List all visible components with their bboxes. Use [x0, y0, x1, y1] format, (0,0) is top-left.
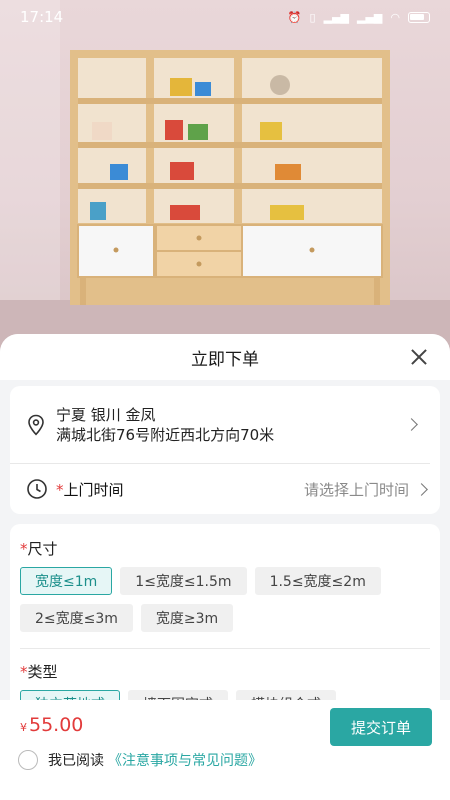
size-option[interactable]: 宽度≥3m [140, 604, 234, 632]
type-group-title: *类型 [20, 661, 430, 682]
status-time: 17:14 [20, 8, 64, 26]
close-icon[interactable] [408, 346, 430, 368]
size-options: 宽度≤1m 1≤宽度≤1.5m 1.5≤宽度≤2m 2≤宽度≤3m 宽度≥3m [20, 567, 430, 632]
visit-time-row[interactable]: *上门时间 请选择上门时间 [10, 464, 440, 514]
agreement-row: 我已阅读 《注意事项与常见问题》 [18, 750, 262, 770]
signal-icon: ▂▄▆ [323, 10, 349, 24]
battery-icon [408, 11, 430, 23]
visit-time-label-text: 上门时间 [63, 480, 124, 499]
chevron-right-icon [405, 418, 418, 431]
visit-time-label: *上门时间 [56, 479, 304, 500]
vibrate-icon: ▯ [309, 10, 316, 24]
alarm-icon: ⏰ [287, 10, 302, 24]
size-option[interactable]: 1≤宽度≤1.5m [120, 567, 247, 595]
type-group-title-text: 类型 [27, 663, 58, 681]
wifi-icon: ◠ [390, 10, 400, 24]
wall-decoration [0, 0, 60, 320]
notice-faq-link[interactable]: 《注意事项与常见问题》 [108, 750, 262, 770]
agree-prefix: 我已阅读 [48, 753, 104, 769]
address-detail: 满城北街76号附近西北方向70米 [56, 425, 275, 444]
signal-icon: ▂▄▆ [357, 10, 383, 24]
sheet-header: 立即下单 [0, 334, 450, 380]
required-mark: * [56, 480, 64, 499]
sheet-title: 立即下单 [191, 349, 259, 370]
address-region: 宁夏 银川 金凤 [56, 405, 156, 424]
status-bar: 17:14 ⏰ ▯ ▂▄▆ ▂▄▆ ◠ [0, 0, 450, 34]
location-pin-icon [28, 414, 44, 435]
address-card: 宁夏 银川 金凤 满城北街76号附近西北方向70米 *上门时间 请选择上门时间 [10, 386, 440, 514]
visit-time-placeholder: 请选择上门时间 [303, 480, 409, 499]
divider [20, 648, 430, 649]
price-value: 55.00 [29, 714, 84, 736]
toy-shelf-illustration [70, 40, 390, 330]
clock-icon [27, 479, 47, 499]
currency-symbol: ¥ [20, 721, 27, 734]
required-mark: * [20, 540, 28, 558]
submit-order-button[interactable]: 提交订单 [330, 708, 432, 746]
bottom-action-bar: ¥55.00 提交订单 我已阅读 《注意事项与常见问题》 [0, 700, 450, 800]
address-row[interactable]: 宁夏 银川 金凤 满城北街76号附近西北方向70米 [10, 386, 430, 464]
address-text: 宁夏 银川 金凤 满城北街76号附近西北方向70米 [56, 405, 399, 445]
agree-checkbox[interactable] [18, 750, 38, 770]
size-option[interactable]: 1.5≤宽度≤2m [254, 567, 381, 595]
size-group-title-text: 尺寸 [27, 540, 58, 558]
order-price: ¥55.00 [20, 714, 83, 736]
required-mark: * [20, 663, 28, 681]
size-group-title: *尺寸 [20, 538, 430, 559]
size-option[interactable]: 宽度≤1m [20, 567, 113, 595]
status-icons: ⏰ ▯ ▂▄▆ ▂▄▆ ◠ [288, 11, 430, 24]
chevron-right-icon [415, 482, 428, 496]
options-card: *尺寸 宽度≤1m 1≤宽度≤1.5m 1.5≤宽度≤2m 2≤宽度≤3m 宽度… [10, 524, 440, 724]
product-image [0, 0, 450, 360]
size-option[interactable]: 2≤宽度≤3m [20, 604, 133, 632]
